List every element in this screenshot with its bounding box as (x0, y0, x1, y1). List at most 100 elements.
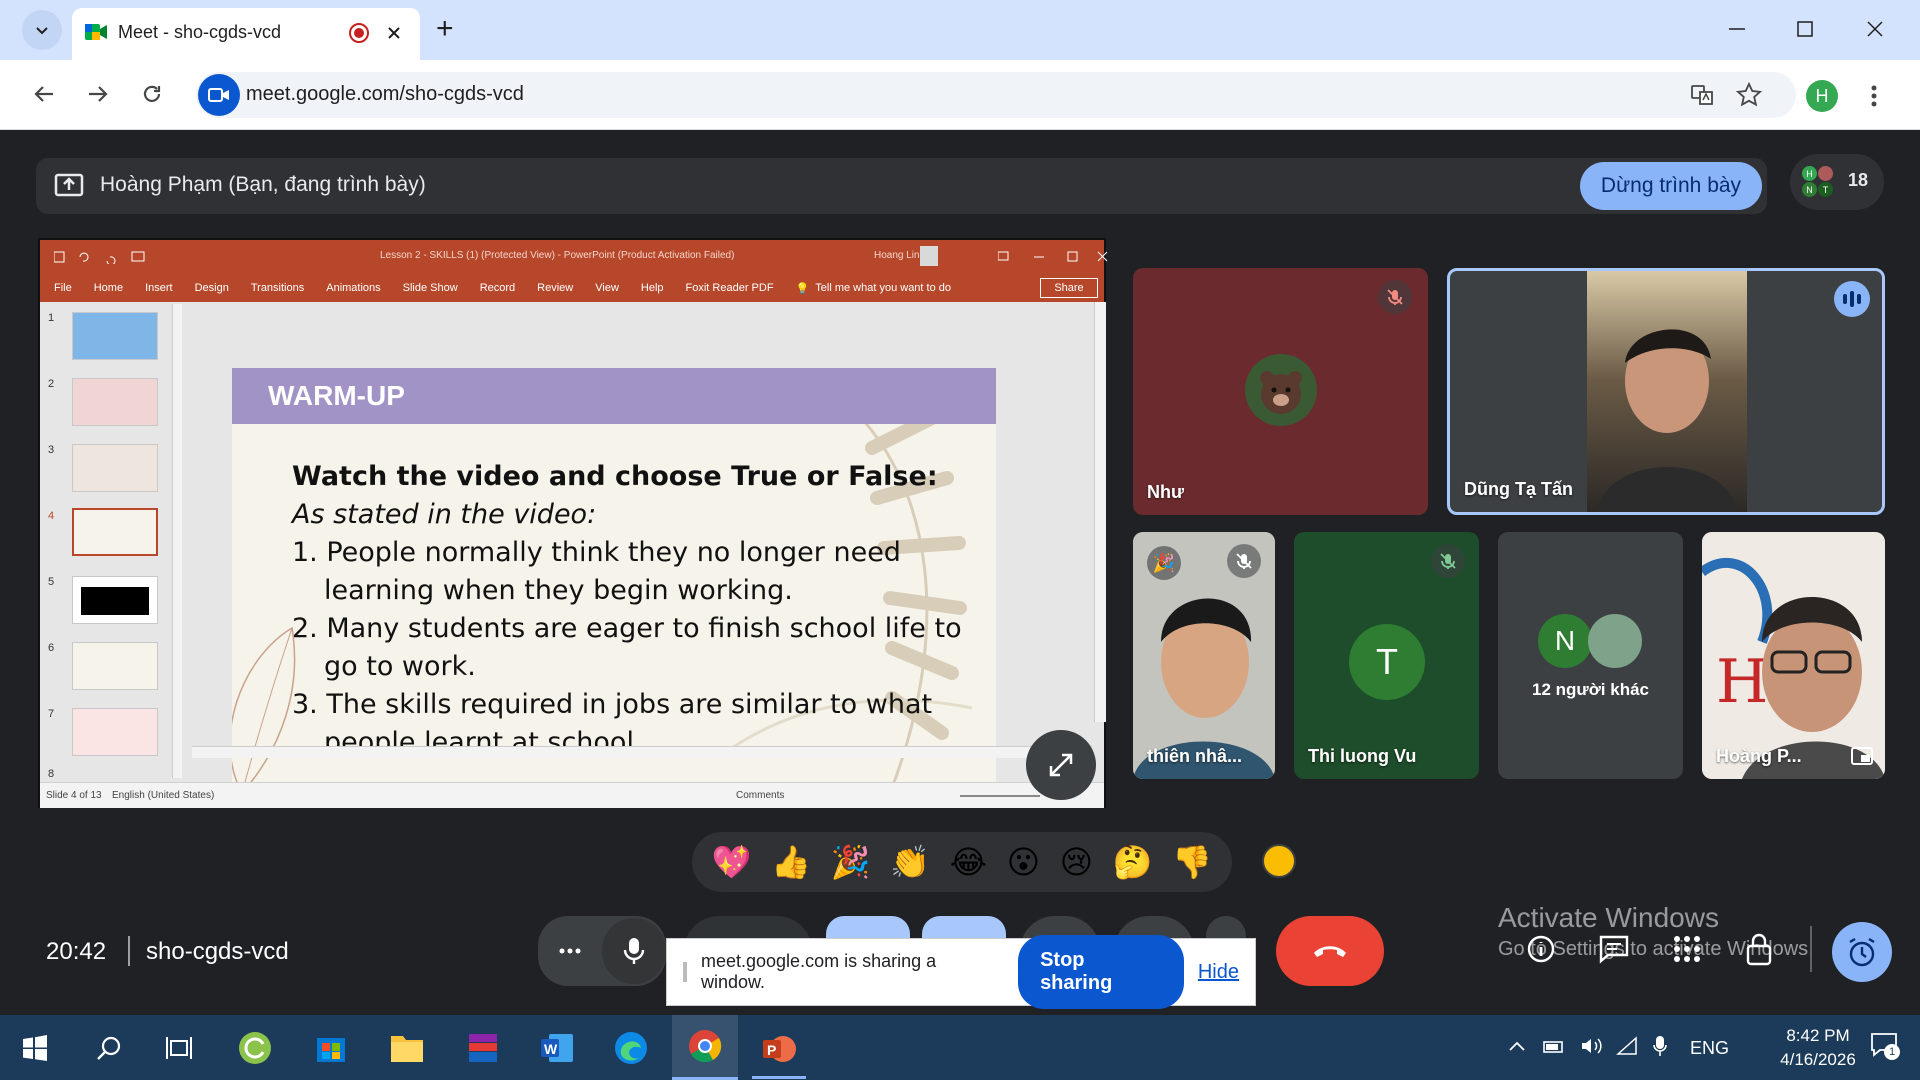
activities-grid-icon[interactable] (1672, 934, 1702, 964)
ppt-menu-item[interactable]: Foxit Reader PDF (686, 282, 774, 295)
taskbar-app[interactable] (456, 1021, 510, 1075)
comments-button[interactable]: Comments (736, 790, 784, 801)
reaction-thumbs-down[interactable]: 👎 (1172, 843, 1212, 881)
reaction-surprised[interactable]: 😮 (1007, 843, 1040, 881)
slide-thumbnail[interactable] (72, 312, 158, 360)
expand-icon (1049, 753, 1073, 777)
reaction-thumbs-up[interactable]: 👍 (771, 843, 811, 881)
input-language[interactable]: ENG (1690, 1038, 1729, 1059)
new-tab-button[interactable]: + (436, 12, 454, 46)
drag-handle[interactable] (683, 962, 687, 982)
taskbar-app[interactable] (380, 1021, 434, 1075)
ppt-menu-item[interactable]: Help (641, 282, 664, 295)
slide-thumbnail[interactable] (72, 444, 158, 492)
reload-button[interactable] (132, 74, 172, 114)
reaction-clap[interactable]: 👏 (890, 843, 930, 881)
ppt-menu-item[interactable]: Slide Show (403, 282, 458, 295)
battery-icon[interactable] (1542, 1036, 1566, 1056)
stop-presenting-button[interactable]: Dừng trình bày (1580, 162, 1762, 210)
ppt-menu-item[interactable]: Animations (326, 282, 380, 295)
notifications-button[interactable]: 1 (1870, 1032, 1900, 1060)
horizontal-scrollbar[interactable] (192, 746, 1092, 758)
maximize-icon[interactable] (1796, 20, 1814, 38)
close-window-icon[interactable] (1866, 20, 1884, 38)
volume-icon[interactable] (1580, 1036, 1604, 1056)
ppt-menu-item[interactable]: Home (94, 282, 123, 295)
timer-button[interactable] (1832, 922, 1892, 982)
browser-tab[interactable]: Meet - sho-cgds-vcd (72, 8, 420, 60)
avatar: N (1802, 182, 1817, 197)
participant-tile[interactable]: 🎉 thiên nhâ... (1133, 532, 1275, 779)
site-info-button[interactable] (198, 74, 240, 116)
tab-search-button[interactable] (22, 10, 62, 50)
back-button[interactable] (24, 74, 64, 114)
ppt-share-button[interactable]: Share (1040, 278, 1098, 298)
close-tab-icon[interactable] (386, 25, 402, 41)
slide-thumbnail-selected[interactable] (72, 508, 158, 556)
ppt-menu-item[interactable]: Design (195, 282, 229, 295)
taskbar-app[interactable] (304, 1021, 358, 1075)
reaction-sad[interactable]: 😢 (1060, 843, 1093, 881)
participant-tile[interactable]: H Hoàng P... (1702, 532, 1885, 779)
taskbar-app[interactable]: W (530, 1021, 584, 1075)
reaction-heart[interactable]: 💖 (712, 843, 752, 881)
more-menu-icon[interactable] (1870, 84, 1878, 108)
ppt-menu-item[interactable]: Record (480, 282, 515, 295)
skin-tone-picker[interactable] (1262, 844, 1296, 878)
reaction-party[interactable]: 🎉 (831, 843, 871, 881)
participant-tile[interactable]: T Thi luong Vu (1294, 532, 1479, 779)
shared-window: Lesson 2 - SKILLS (1) (Protected View) -… (38, 238, 1108, 808)
meeting-code: sho-cgds-vcd (146, 938, 289, 965)
clock[interactable]: 8:42 PM 4/16/2026 (1770, 1024, 1866, 1072)
slide-thumbnail[interactable] (72, 576, 158, 624)
ppt-menu-item[interactable]: View (595, 282, 619, 295)
ppt-menu-item[interactable]: Insert (145, 282, 173, 295)
network-icon[interactable] (1616, 1036, 1640, 1056)
muted-indicator (1378, 280, 1412, 314)
host-controls-icon[interactable] (1744, 930, 1774, 966)
thumbnail-scrollbar[interactable] (172, 304, 182, 778)
reaction-laugh[interactable]: 😂 (950, 843, 987, 881)
slide-scrollbar[interactable] (1094, 302, 1106, 722)
task-view-button[interactable] (152, 1021, 206, 1075)
mic-button[interactable] (602, 918, 666, 984)
ppt-menu-item[interactable]: File (54, 282, 72, 295)
participant-tile-active[interactable]: Dũng Tạ Tấn (1447, 268, 1885, 515)
slide-thumbnail[interactable] (72, 708, 158, 756)
microphone-tray-icon[interactable] (1652, 1034, 1668, 1058)
thumb-number: 1 (48, 312, 55, 324)
slide-thumbnail[interactable] (72, 642, 158, 690)
minimize-icon[interactable] (1728, 20, 1746, 38)
fullscreen-button[interactable] (1026, 730, 1096, 800)
stop-sharing-button[interactable]: Stop sharing (1018, 935, 1184, 1009)
taskbar-app[interactable] (604, 1021, 658, 1075)
leave-call-button[interactable] (1276, 916, 1384, 986)
hide-notice-link[interactable]: Hide (1198, 961, 1239, 984)
search-icon (97, 1036, 121, 1060)
chat-icon[interactable] (1598, 934, 1630, 964)
chevron-up-icon[interactable] (1508, 1040, 1526, 1052)
ppt-menu-item[interactable]: Transitions (251, 282, 304, 295)
hand-raise-icon: 🎉 (1147, 546, 1181, 580)
others-tile[interactable]: N 12 người khác (1498, 532, 1683, 779)
bookmark-star-icon[interactable] (1736, 82, 1762, 108)
taskbar-app-active[interactable] (672, 1015, 738, 1080)
zoom-slider[interactable] (960, 795, 1040, 797)
participant-tile[interactable]: Như (1133, 268, 1428, 515)
ppt-menu-item[interactable]: Review (537, 282, 573, 295)
forward-button[interactable] (78, 74, 118, 114)
address-bar[interactable]: meet.google.com/sho-cgds-vcd (196, 72, 1796, 118)
taskbar-app[interactable] (228, 1021, 282, 1075)
info-icon[interactable] (1526, 934, 1556, 964)
profile-avatar[interactable]: H (1806, 80, 1838, 112)
tell-me-box[interactable]: 💡 Tell me what you want to do (796, 282, 951, 295)
more-options-icon[interactable] (558, 942, 582, 960)
avatar: N (1538, 614, 1592, 668)
translate-icon[interactable] (1690, 83, 1714, 107)
search-button[interactable] (82, 1021, 136, 1075)
reaction-thinking[interactable]: 🤔 (1113, 843, 1153, 881)
start-button[interactable] (8, 1021, 62, 1075)
participants-button[interactable]: H N T 18 (1790, 154, 1884, 210)
taskbar-app[interactable]: P (752, 1021, 806, 1079)
slide-thumbnail[interactable] (72, 378, 158, 426)
